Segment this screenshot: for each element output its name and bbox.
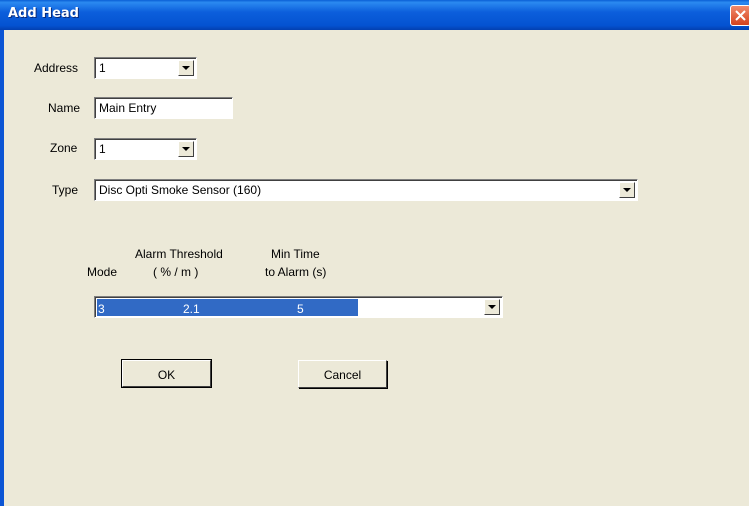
cancel-button[interactable]: Cancel [298,360,387,388]
zone-dropdown-button[interactable] [178,141,194,157]
selected-alarm-threshold-value: 2.1 [183,302,200,316]
address-label: Address [34,61,79,75]
close-button[interactable] [730,5,749,26]
chevron-down-icon [488,305,496,309]
alarm-threshold-unit-header: ( % / m ) [153,265,199,279]
zone-value: 1 [99,142,106,156]
address-combobox[interactable]: 1 [94,57,197,79]
title-bar[interactable]: Add Head [0,0,749,30]
zone-label: Zone [50,141,78,155]
selected-mode-value: 3 [98,302,105,316]
chevron-down-icon [182,147,190,151]
mode-combobox[interactable]: 3 2.1 5 [94,296,503,318]
mode-header: Mode [87,265,118,279]
ok-button-label: OK [157,368,176,382]
type-combobox[interactable]: Disc Opti Smoke Sensor (160) [94,179,638,201]
name-label: Name [48,101,81,115]
chevron-down-icon [182,66,190,70]
alarm-threshold-header: Alarm Threshold [135,247,223,261]
mode-selected-row[interactable]: 3 2.1 5 [97,299,358,316]
selected-min-time-value: 5 [297,302,304,316]
min-time-header: Min Time [271,247,320,261]
type-dropdown-button[interactable] [619,182,635,198]
address-dropdown-button[interactable] [178,60,194,76]
type-label: Type [52,183,79,197]
close-icon [735,10,746,21]
ok-button[interactable]: OK [121,359,212,388]
window-frame-left [0,30,4,506]
min-time-unit-header: to Alarm (s) [265,265,327,279]
add-head-dialog: Add Head Address 1 Name Main Entry Zone … [0,0,749,506]
type-value: Disc Opti Smoke Sensor (160) [99,183,262,197]
name-value: Main Entry [99,101,157,115]
address-value: 1 [99,61,106,75]
window-title: Add Head [8,6,79,21]
name-field[interactable]: Main Entry [94,97,233,119]
chevron-down-icon [623,188,631,192]
zone-combobox[interactable]: 1 [94,138,197,160]
mode-dropdown-button[interactable] [484,299,500,315]
cancel-button-label: Cancel [323,368,362,382]
